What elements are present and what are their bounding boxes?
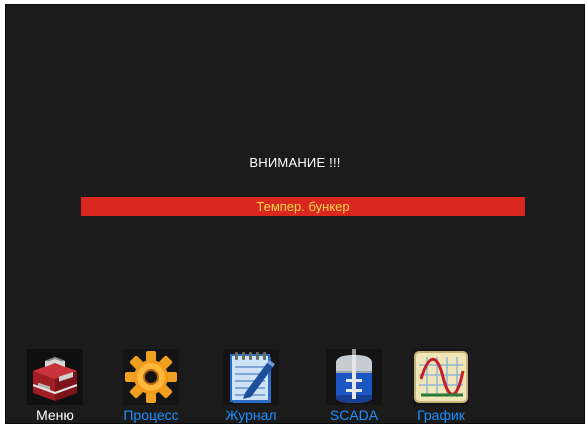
nav-button-journal[interactable]: Журнал [218, 349, 284, 423]
toolbox-icon [27, 349, 83, 405]
warning-title: ВНИМАНИЕ !!! [249, 155, 341, 170]
hmi-screen: ВНИМАНИЕ !!! Темпер. бункер Меню Процесс… [5, 4, 585, 424]
alarm-message: Темпер. бункер [256, 199, 350, 214]
journal-icon [223, 349, 279, 405]
nav-label-journal: Журнал [225, 407, 277, 423]
nav-button-menu[interactable]: Меню [24, 349, 86, 423]
nav-label-menu: Меню [36, 407, 74, 423]
nav-label-process: Процесс [123, 407, 179, 423]
nav-button-process[interactable]: Процесс [118, 349, 184, 423]
gear-icon [123, 349, 179, 405]
alarm-bar[interactable]: Темпер. бункер [81, 197, 525, 216]
chart-icon [413, 349, 469, 405]
nav-label-chart: График [417, 407, 465, 423]
tank-icon [326, 349, 382, 405]
nav-label-scada: SCADA [329, 407, 379, 423]
nav-button-scada[interactable]: SCADA [324, 349, 384, 423]
nav-button-chart[interactable]: График [410, 349, 472, 423]
